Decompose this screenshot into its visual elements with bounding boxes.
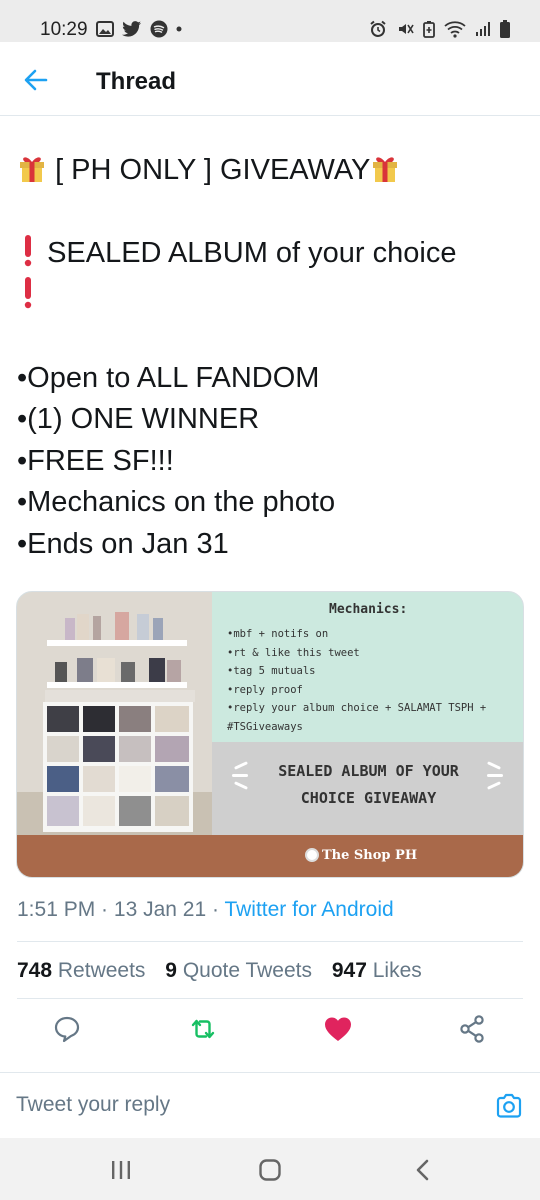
gift-icon [20, 157, 44, 182]
mechanics-item: #TSGiveaways [227, 720, 303, 733]
shop-logo-icon [305, 848, 319, 862]
tweet-line-4 [17, 275, 527, 317]
tweet-meta: 1:51 PM · 13 Jan 21 · Twitter for Androi… [17, 898, 394, 922]
red-exclamation-icon [24, 276, 32, 308]
gallery-icon [96, 21, 114, 37]
mechanics-item: •mbf + notifs on [227, 628, 329, 640]
reply-button[interactable] [51, 1013, 83, 1045]
tweet-line-5 [17, 316, 527, 358]
tweet-stats: 748 Retweets 9 Quote Tweets 947 Likes [17, 959, 436, 983]
tweet-line-2 [17, 192, 527, 234]
mechanics-item: •reply your album choice + SALAMAT TSPH … [227, 702, 487, 714]
mechanics-list: •mbf + notifs on •rt & like this tweet •… [227, 625, 517, 736]
tweet-line-3-text: SEALED ALBUM of your choice [47, 237, 457, 269]
spotify-icon [150, 20, 168, 38]
red-exclamation-icon [24, 235, 32, 267]
share-icon [460, 1015, 484, 1043]
status-bar: 10:29 [0, 0, 540, 42]
quote-tweets-stat[interactable]: 9 Quote Tweets [165, 959, 312, 982]
tweet-line-1-text: [ PH ONLY ] GIVEAWAY [55, 154, 371, 186]
page-title: Thread [96, 68, 177, 95]
reply-icon [54, 1016, 80, 1043]
battery-saver-icon [423, 21, 435, 38]
retweets-label: Retweets [57, 959, 146, 982]
status-right-icons [369, 20, 510, 38]
mute-icon [399, 24, 414, 34]
back-button[interactable] [20, 64, 52, 96]
tweet-reply-input[interactable] [16, 1087, 466, 1123]
alarm-icon [370, 20, 386, 37]
mechanics-title: Mechanics: [329, 602, 408, 617]
divider [17, 998, 523, 999]
tweet-date: 13 Jan 21 [113, 898, 207, 921]
quote-tweets-label: Quote Tweets [182, 959, 313, 982]
retweet-icon [191, 1019, 215, 1039]
tweet-actions [0, 1013, 540, 1049]
likes-stat[interactable]: 947 Likes [332, 959, 422, 982]
recents-icon [112, 1161, 130, 1179]
tweet-line-8: •FREE SF!!! [17, 444, 174, 477]
tweet-line-10: •Ends on Jan 31 [17, 527, 229, 560]
dot-icon [176, 26, 182, 32]
tweet-source-link[interactable]: Twitter for Android [224, 898, 393, 921]
reply-bar [0, 1072, 540, 1138]
meta-separator: · [206, 898, 225, 921]
divider [17, 941, 523, 942]
tweet-text: [ PH ONLY ] GIVEAWAY SEALED ALBUM of you… [17, 150, 527, 565]
meta-separator: · [95, 898, 114, 921]
mechanics-item: •rt & like this tweet [227, 646, 360, 659]
banner-text-line1: SEALED ALBUM OF YOUR [278, 762, 459, 780]
recents-button[interactable] [108, 1158, 134, 1182]
camera-icon [496, 1093, 522, 1118]
camera-button[interactable] [494, 1091, 524, 1121]
quote-tweets-count: 9 [165, 959, 177, 982]
retweets-stat[interactable]: 748 Retweets [17, 959, 145, 982]
home-icon [259, 1159, 281, 1181]
nav-back-button[interactable] [410, 1158, 436, 1182]
back-chevron-icon [416, 1159, 429, 1181]
tweet-time: 1:51 PM [17, 898, 96, 921]
shop-label: The Shop PH [322, 848, 418, 863]
tweet-media-image[interactable]: Mechanics: •mbf + notifs on •rt & like t… [16, 591, 524, 878]
tweet-line-7: •(1) ONE WINNER [17, 403, 260, 435]
tweet-line-1: [ PH ONLY ] GIVEAWAY [17, 150, 527, 192]
likes-count: 947 [331, 959, 367, 982]
signal-icon [476, 22, 490, 36]
status-left-icons [96, 20, 182, 38]
wifi-icon [444, 21, 466, 38]
thread-header: Thread [0, 42, 540, 116]
retweets-count: 748 [17, 959, 53, 982]
banner-text-line2: CHOICE GIVEAWAY [300, 789, 437, 807]
heart-icon [325, 1017, 351, 1041]
system-nav-bar [0, 1138, 540, 1200]
tweet-line-9: •Mechanics on the photo [17, 486, 336, 518]
likes-label: Likes [372, 959, 422, 982]
mechanics-item: •reply proof [227, 683, 303, 696]
tweet-line-3: SEALED ALBUM of your choice [17, 233, 527, 275]
home-button[interactable] [257, 1158, 283, 1182]
like-button[interactable] [322, 1013, 354, 1045]
giveaway-banner: SEALED ALBUM OF YOUR CHOICE GIVEAWAY [212, 742, 523, 838]
status-time: 10:29 [40, 19, 88, 40]
battery-icon [500, 20, 510, 38]
share-button[interactable] [456, 1013, 488, 1045]
retweet-button[interactable] [187, 1013, 219, 1045]
tweet-line-6: •Open to ALL FANDOM [17, 361, 320, 394]
gift-icon [373, 157, 398, 182]
mechanics-item: •tag 5 mutuals [227, 665, 316, 677]
shop-footer-band [17, 835, 523, 877]
arrow-left-icon [24, 69, 48, 91]
twitter-bird-icon [122, 21, 141, 37]
album-shelf-photo [17, 592, 212, 842]
